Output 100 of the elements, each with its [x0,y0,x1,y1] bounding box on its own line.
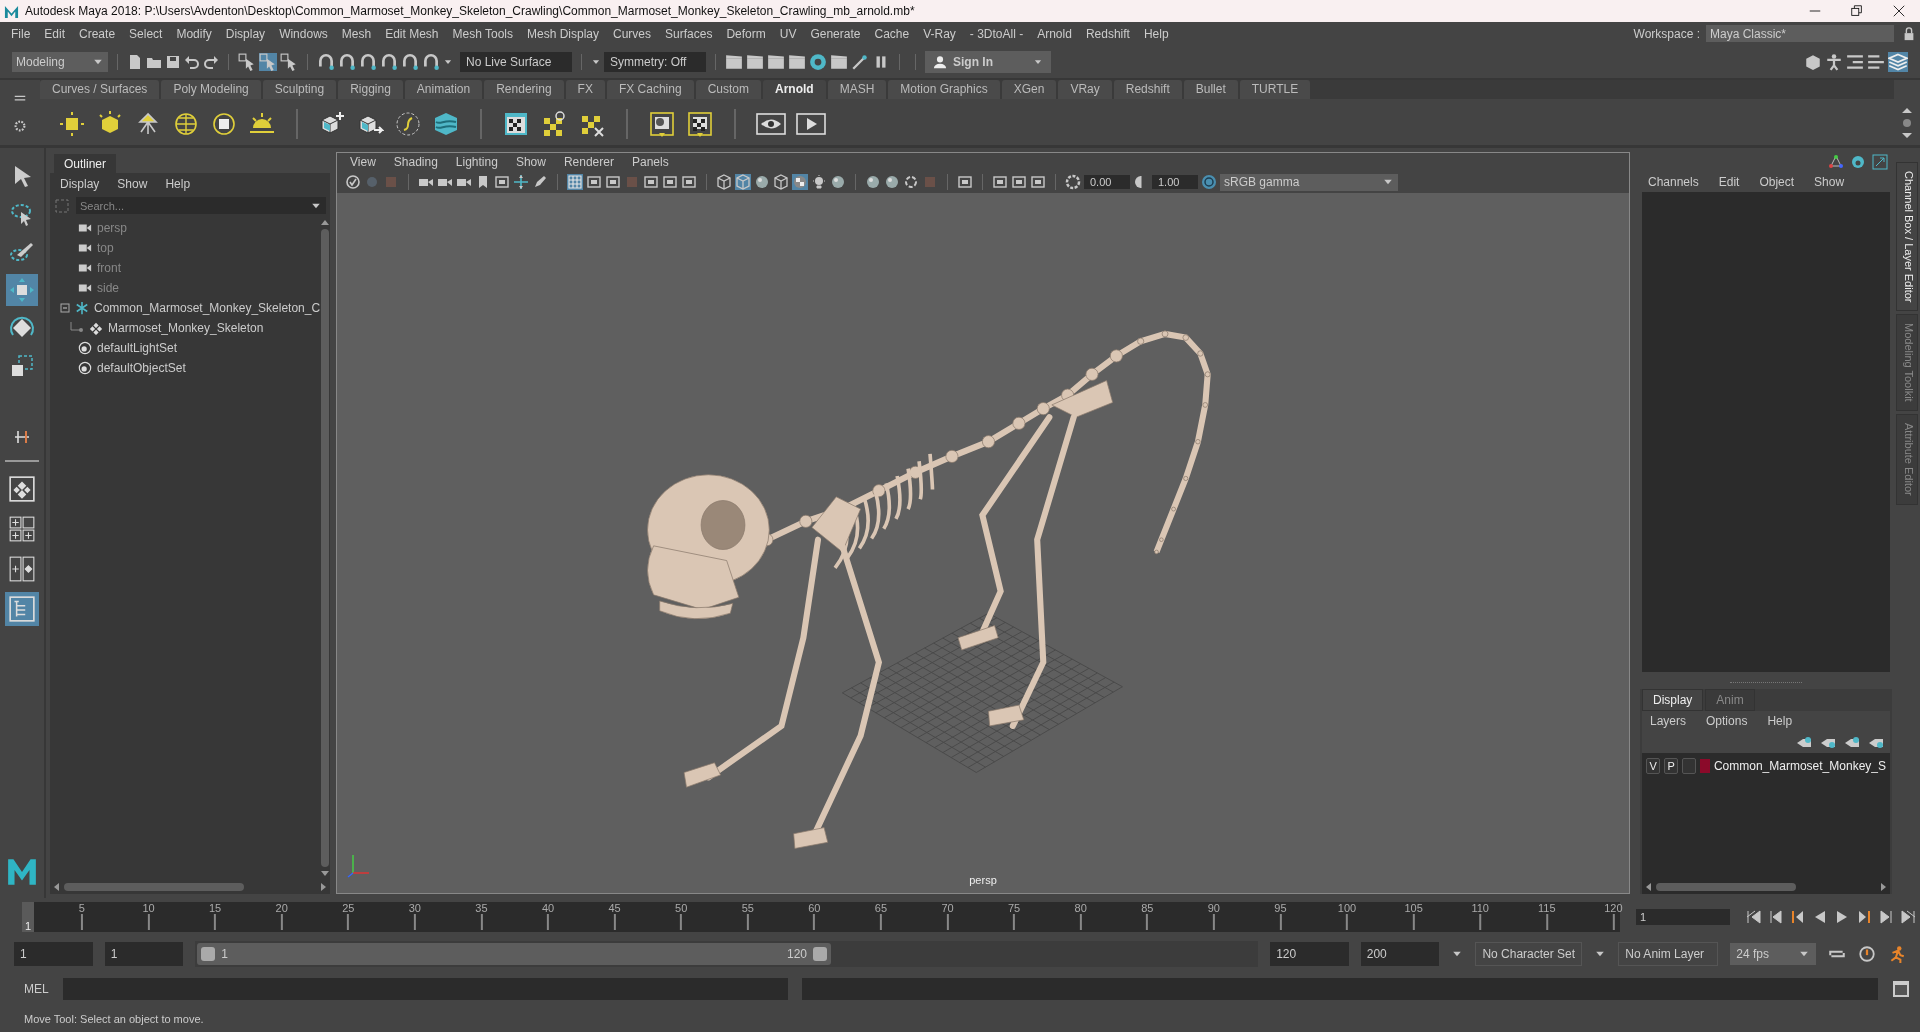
menu-item[interactable]: Channels [1648,175,1699,189]
aperture-icon[interactable] [1065,174,1081,190]
outliner-item[interactable]: defaultLightSet [97,341,178,355]
panel-tab[interactable]: Anim [1705,689,1755,711]
shelf-tab[interactable]: Custom [695,80,761,99]
hypershade-icon[interactable] [809,52,827,71]
texture-icon[interactable] [648,110,676,138]
list-icon[interactable] [1846,52,1864,71]
clock-icon[interactable] [1857,944,1876,963]
menu-item[interactable]: Select [122,26,170,41]
frame-icon[interactable] [643,174,659,190]
panel-tab[interactable]: Display [1642,689,1704,711]
fps-dropdown[interactable]: 24 fps [1730,942,1816,965]
shelf-tab[interactable]: Arnold [762,80,826,99]
cursor-icon[interactable] [259,52,277,71]
menu-item[interactable]: Renderer [554,155,623,169]
shelf-tab[interactable]: Poly Modeling [161,80,261,99]
shelf-tab[interactable]: Motion Graphics [888,80,1000,99]
menu-item[interactable]: Edit [37,26,73,41]
menu-item[interactable]: Display [218,26,273,41]
sphere-icon[interactable] [865,174,881,190]
playback-end-field[interactable]: 120 [1270,941,1349,966]
ring-icon[interactable] [903,174,919,190]
shelf-tab[interactable]: FX Caching [606,80,694,99]
lock-icon[interactable] [1902,25,1916,42]
eye-icon[interactable] [756,110,786,138]
curve-icon[interactable] [394,110,422,138]
menu-item[interactable]: View [341,155,385,169]
new-file-icon[interactable] [127,53,143,70]
menu-item[interactable]: Curves [606,26,659,41]
menu-item[interactable]: Help [1136,26,1176,41]
menu-item[interactable]: Modify [169,26,219,41]
layer-arrow-icon[interactable] [1844,735,1860,749]
menu-item[interactable]: Create [72,26,123,41]
layer-color-swatch[interactable] [1700,759,1710,773]
shelf-tab[interactable]: FX [565,80,605,99]
frame-icon[interactable] [605,174,621,190]
menu-item[interactable]: Show [1814,175,1845,189]
shelf-tab[interactable]: Rendering [484,80,564,99]
frame-icon[interactable] [992,174,1008,190]
frame-icon[interactable] [494,174,510,190]
shelf-tab[interactable]: Rigging [338,80,403,99]
frame-icon[interactable] [957,174,973,190]
menu-item[interactable]: File [4,26,38,41]
menu-item[interactable]: Show [117,177,148,191]
cube-icon[interactable] [716,174,732,190]
anim-layer-field[interactable]: No Anim Layer [1618,941,1719,966]
menu-item[interactable]: Edit [1718,175,1740,189]
wave-cube-icon[interactable] [432,110,460,138]
cursor-icon[interactable] [238,52,256,71]
range-slider-fill[interactable] [197,942,831,965]
skip-to-end-icon[interactable] [1900,908,1916,925]
arc-icon[interactable] [1850,154,1866,170]
magnet-icon[interactable] [422,52,440,71]
layers-icon[interactable] [1888,51,1908,72]
checker-window-icon[interactable] [502,110,530,138]
menu-item[interactable]: V-Ray [916,26,963,41]
key-forward-icon[interactable] [1856,908,1872,925]
shelf-tab[interactable]: Redshift [1113,80,1182,99]
menu-item[interactable]: Help [1767,714,1793,728]
menu-item[interactable]: Redshift [1078,26,1137,41]
script-editor-icon[interactable] [1892,979,1910,998]
character-set-field[interactable]: No Character Set [1475,941,1583,966]
triangle-dots-icon[interactable] [1828,154,1844,170]
frame-icon[interactable] [662,174,678,190]
sphere-icon[interactable] [754,174,770,190]
cursor-icon[interactable] [280,52,298,71]
modeling-toolkit-icon[interactable] [1804,52,1822,71]
command-input-field[interactable] [62,977,788,1000]
skip-to-start-icon[interactable] [1746,908,1762,925]
scroll-down-icon[interactable] [320,870,331,878]
start-time-field[interactable]: 1 [14,941,93,966]
light-icon[interactable] [811,174,827,190]
menu-item[interactable]: Generate [803,26,868,41]
texture-icon[interactable] [686,110,714,138]
shelf-tab[interactable]: Bullet [1183,80,1238,99]
outliner-item[interactable]: side [97,281,119,295]
menu-item[interactable]: Cache [867,26,917,41]
reference-toggle[interactable] [1682,758,1697,774]
menu-item[interactable]: Mesh Tools [445,26,520,41]
menu-item[interactable]: Object [1759,175,1795,189]
outliner-item[interactable]: front [97,261,121,275]
dot-icon[interactable] [364,174,380,190]
shelf-tab[interactable]: Animation [404,80,483,99]
menu-item[interactable]: Arnold [1030,26,1079,41]
symmetry-field[interactable]: Symmetry: Off [604,51,706,72]
side-tab[interactable]: Modeling Toolkit [1896,314,1918,412]
outliner-item[interactable]: Common_Marmoset_Monkey_Skeleton_C [94,301,321,315]
key-back-icon[interactable] [1790,908,1806,925]
menu-item[interactable]: Help [165,177,191,191]
scroll-right-icon[interactable] [1880,882,1888,892]
frame-icon[interactable] [1030,174,1046,190]
shelf-tab[interactable]: VRay [1058,80,1112,99]
end-time-field[interactable]: 200 [1360,941,1440,966]
scroll-right-icon[interactable] [320,882,328,892]
time-slider[interactable]: 1 5 10 15 20 25 30 35 40 45 50 55 60 65 70 75 80 85 90 95 100 105 110 115 120 [22,901,1620,932]
sphere-icon[interactable] [830,174,846,190]
menu-item[interactable]: Deform [719,26,773,41]
gamma-field[interactable]: 1.00 [1152,175,1198,189]
menu-item[interactable]: Windows [272,26,335,41]
